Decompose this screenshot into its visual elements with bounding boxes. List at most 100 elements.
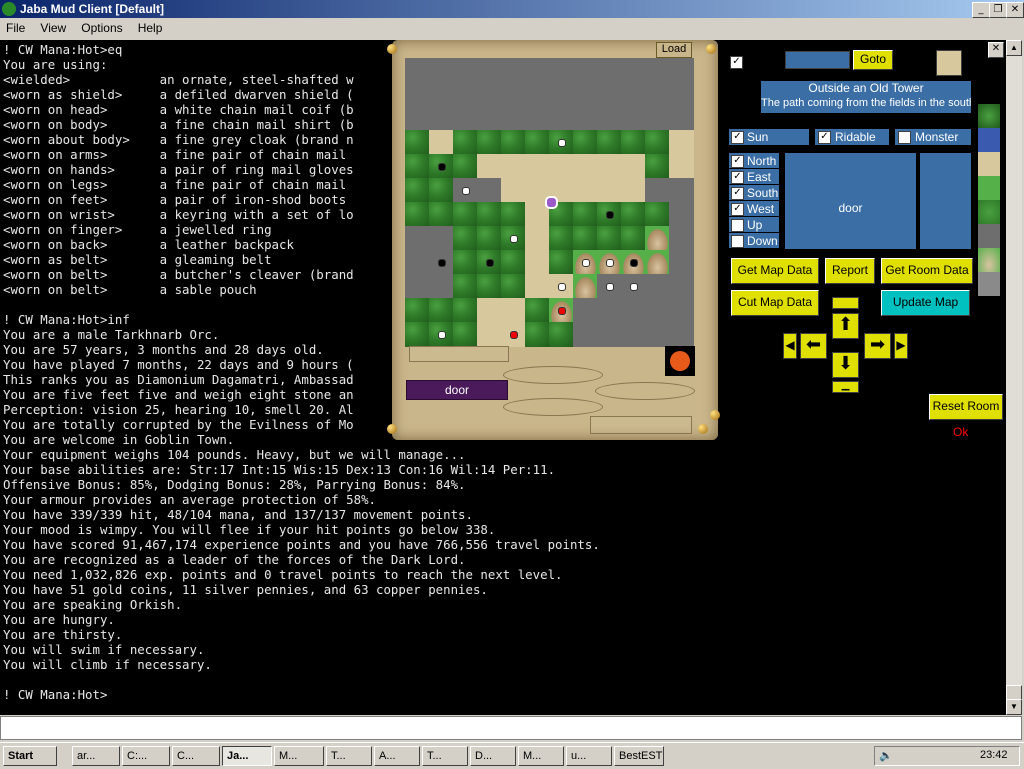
map-tile[interactable] <box>501 298 526 323</box>
cut-map-data-button[interactable]: Cut Map Data <box>731 290 819 316</box>
map-tile[interactable] <box>549 226 574 251</box>
exit-up-checkbox[interactable] <box>731 219 744 232</box>
map-tile[interactable] <box>525 274 550 299</box>
map-tile[interactable] <box>573 322 598 347</box>
map-tile[interactable] <box>573 226 598 251</box>
map-tile[interactable] <box>621 106 646 131</box>
map-tile[interactable] <box>525 58 550 83</box>
map-tile[interactable] <box>477 82 502 107</box>
map-tile[interactable] <box>501 106 526 131</box>
map-tile[interactable] <box>573 298 598 323</box>
map-tile[interactable] <box>453 298 478 323</box>
exit-row-east[interactable]: ✓ East <box>729 169 779 184</box>
map-tile[interactable] <box>501 202 526 227</box>
map-tile[interactable] <box>645 322 670 347</box>
exit-row-up[interactable]: Up <box>729 217 779 232</box>
taskbar-task[interactable]: u... <box>566 746 612 766</box>
map-tile[interactable] <box>477 298 502 323</box>
map-tile[interactable] <box>477 58 502 83</box>
map-tile[interactable] <box>645 58 670 83</box>
map-tile[interactable] <box>621 202 646 227</box>
map-tile[interactable] <box>645 250 670 275</box>
map-tile[interactable] <box>573 58 598 83</box>
map-tile[interactable] <box>405 130 430 155</box>
move-north-arrow-icon[interactable]: ⬆ <box>832 313 859 339</box>
map-tile[interactable] <box>453 106 478 131</box>
map-tile[interactable] <box>405 178 430 203</box>
map-tile[interactable] <box>477 130 502 155</box>
map-tile[interactable] <box>669 154 694 179</box>
exit-north-checkbox[interactable]: ✓ <box>731 155 744 168</box>
get-room-data-button[interactable]: Get Room Data <box>881 258 973 284</box>
room-info-box[interactable]: Outside an Old Tower The path coming fro… <box>761 81 971 113</box>
map-tile[interactable] <box>645 106 670 131</box>
close-button[interactable]: ✕ <box>1006 2 1024 18</box>
menu-view[interactable]: View <box>34 18 72 38</box>
map-tile[interactable] <box>573 274 598 299</box>
map-exit-oval[interactable] <box>595 382 695 400</box>
map-tile[interactable] <box>621 130 646 155</box>
exit-row-down[interactable]: Down <box>729 233 779 248</box>
map-tile[interactable] <box>405 250 430 275</box>
ridable-checkbox[interactable]: ✓ <box>818 131 831 144</box>
map-tile[interactable] <box>453 130 478 155</box>
map-tile[interactable] <box>621 154 646 179</box>
map-tile[interactable] <box>597 154 622 179</box>
map-tile[interactable] <box>453 250 478 275</box>
map-tile[interactable] <box>573 178 598 203</box>
terrain-palette-field[interactable] <box>978 176 1000 200</box>
map-tile[interactable] <box>429 82 454 107</box>
reset-room-button[interactable]: Reset Room <box>929 394 1003 420</box>
move-top-icon[interactable]: ▔ <box>832 297 859 309</box>
move-bottom-icon[interactable]: ▁ <box>832 381 859 393</box>
terrain-palette-hills[interactable] <box>978 248 1000 272</box>
map-tile[interactable] <box>597 82 622 107</box>
map-tile[interactable] <box>621 178 646 203</box>
maximize-button[interactable]: ❐ <box>989 2 1007 18</box>
terrain-palette-road[interactable] <box>978 152 1000 176</box>
map-tile[interactable] <box>573 154 598 179</box>
map-tile[interactable] <box>453 154 478 179</box>
terminal-scrollbar[interactable]: ▲ ▼ <box>1006 40 1022 715</box>
map-tile[interactable] <box>645 82 670 107</box>
map-tile[interactable] <box>669 130 694 155</box>
map-tile[interactable] <box>549 58 574 83</box>
map-tile[interactable] <box>549 250 574 275</box>
map-exit-oval[interactable] <box>503 398 603 416</box>
map-tile[interactable] <box>453 226 478 251</box>
menu-help[interactable]: Help <box>132 18 169 38</box>
map-tile[interactable] <box>621 58 646 83</box>
map-tile[interactable] <box>501 154 526 179</box>
map-tile[interactable] <box>525 82 550 107</box>
map-tile[interactable] <box>429 298 454 323</box>
map-tile[interactable] <box>501 58 526 83</box>
map-grid[interactable] <box>405 58 694 347</box>
map-tile[interactable] <box>453 322 478 347</box>
map-tile[interactable] <box>525 130 550 155</box>
map-tile[interactable] <box>525 298 550 323</box>
scroll-down-arrow-icon[interactable]: ▼ <box>1006 699 1022 715</box>
goto-button[interactable]: Goto <box>853 50 893 70</box>
map-tile[interactable] <box>597 178 622 203</box>
taskbar-task[interactable]: M... <box>274 746 324 766</box>
map-tile[interactable] <box>669 82 694 107</box>
exit-door-box[interactable]: door <box>785 153 916 249</box>
map-tile[interactable] <box>645 202 670 227</box>
map-tile[interactable] <box>405 274 430 299</box>
map-tile[interactable] <box>621 82 646 107</box>
map-tile[interactable] <box>597 130 622 155</box>
goto-input[interactable] <box>785 51 850 69</box>
map-tile[interactable] <box>573 106 598 131</box>
terrain-palette-forest[interactable] <box>978 104 1000 128</box>
minimize-button[interactable]: _ <box>972 2 990 18</box>
map-tile[interactable] <box>597 106 622 131</box>
map-tile[interactable] <box>525 322 550 347</box>
taskbar-task[interactable]: D... <box>470 746 516 766</box>
map-tile[interactable] <box>477 154 502 179</box>
start-button[interactable]: Start <box>3 746 57 766</box>
exit-row-west[interactable]: ✓ West <box>729 201 779 216</box>
menu-options[interactable]: Options <box>75 18 128 38</box>
move-far-east-icon[interactable]: ▶ <box>894 333 908 359</box>
door-label[interactable]: door <box>406 380 508 400</box>
taskbar-task[interactable]: BestEST <box>614 746 664 766</box>
